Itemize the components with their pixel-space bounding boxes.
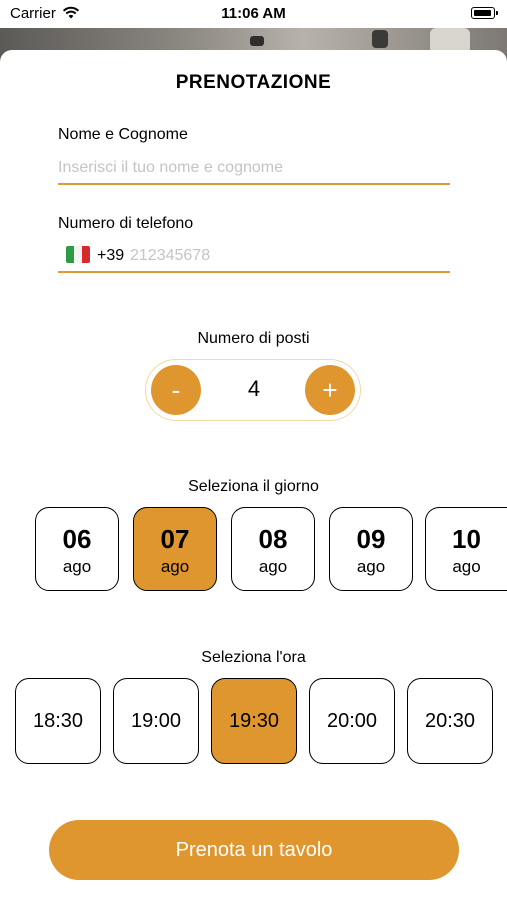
time-slot[interactable]: 19:00	[113, 678, 199, 764]
guests-stepper: - 4 +	[145, 359, 361, 421]
status-bar: Carrier 11:06 AM	[0, 0, 507, 28]
time-slot[interactable]: 18:30	[15, 678, 101, 764]
time-slot-selected[interactable]: 19:30	[211, 678, 297, 764]
page-title: PRENOTAZIONE	[175, 72, 332, 93]
day-number: 09	[356, 524, 386, 554]
name-label: Nome e Cognome	[58, 126, 188, 143]
background-object	[372, 30, 388, 48]
booking-sheet: PRENOTAZIONE Nome e Cognome Inserisci il…	[0, 50, 507, 900]
name-input[interactable]: Inserisci il tuo nome e cognome	[58, 159, 283, 177]
day-option[interactable]: 09 ago	[329, 507, 413, 591]
day-number: 06	[62, 524, 92, 554]
day-option[interactable]: 06 ago	[35, 507, 119, 591]
background-object	[250, 36, 264, 46]
day-month: ago	[452, 557, 481, 576]
clock: 11:06 AM	[221, 5, 286, 22]
name-underline	[58, 183, 450, 185]
day-number: 08	[258, 524, 288, 554]
day-option-selected[interactable]: 07 ago	[133, 507, 217, 591]
phone-underline	[58, 271, 450, 273]
time-label: Seleziona l'ora	[201, 649, 306, 666]
time-slot[interactable]: 20:00	[309, 678, 395, 764]
time-slot[interactable]: 20:30	[407, 678, 493, 764]
phone-input[interactable]: 212345678	[130, 247, 210, 265]
day-month: ago	[258, 557, 288, 576]
day-month: ago	[160, 557, 190, 576]
day-month: ago	[62, 557, 92, 576]
day-option[interactable]: 08 ago	[231, 507, 315, 591]
increase-button[interactable]: +	[305, 365, 355, 415]
battery-icon	[471, 7, 498, 19]
day-number: 10	[452, 524, 481, 554]
day-label: Seleziona il giorno	[188, 478, 319, 495]
book-table-button[interactable]: Prenota un tavolo	[49, 820, 459, 880]
day-number: 07	[160, 524, 190, 554]
phone-prefix[interactable]: +39	[97, 247, 124, 265]
italy-flag-icon[interactable]	[66, 246, 90, 263]
guests-label: Numero di posti	[197, 330, 310, 347]
phone-label: Numero di telefono	[58, 215, 194, 232]
day-month: ago	[356, 557, 386, 576]
day-option[interactable]: 10 ago	[425, 507, 507, 591]
